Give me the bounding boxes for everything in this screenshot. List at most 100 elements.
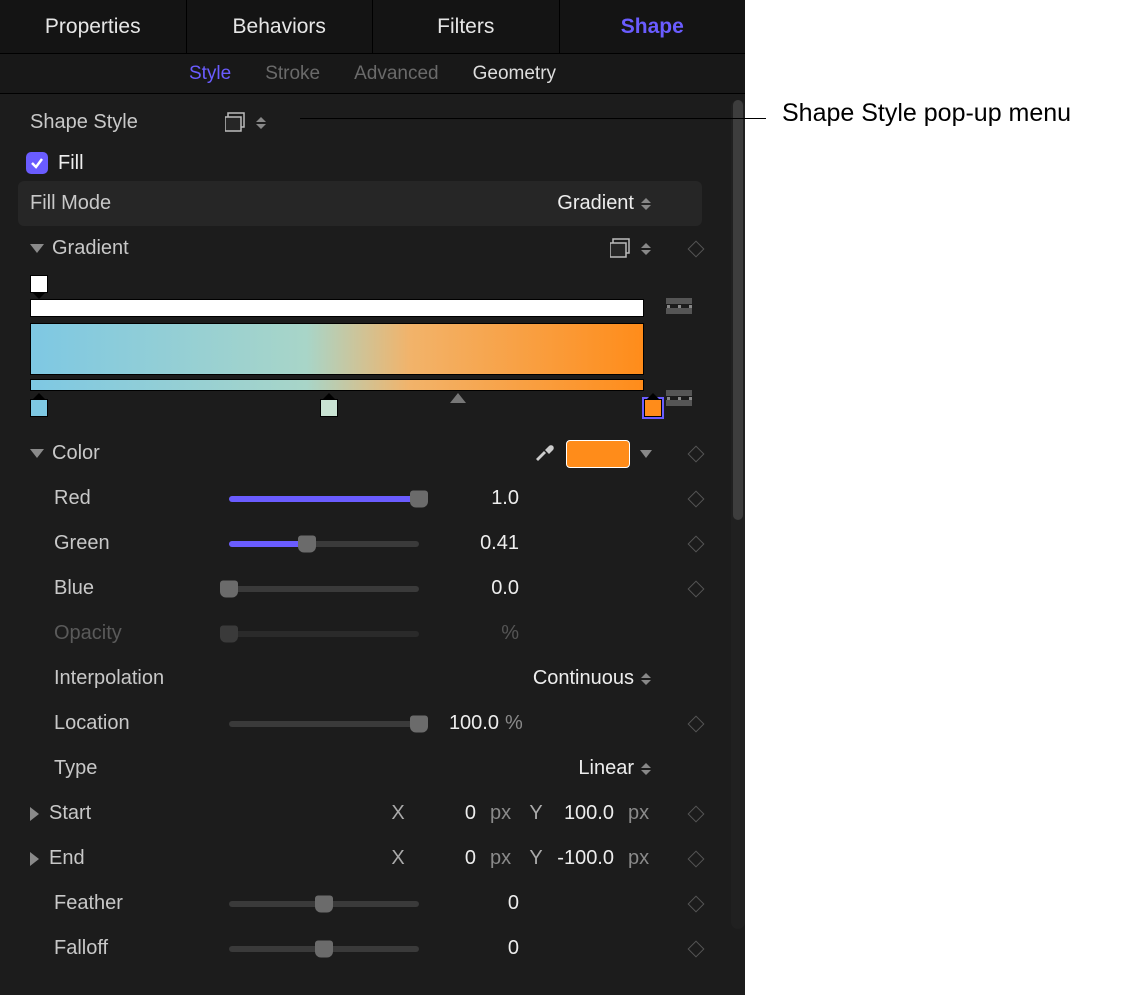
sort-arrows-icon[interactable] — [640, 195, 652, 213]
start-x-value[interactable]: 0 — [416, 802, 476, 825]
slider-thumb[interactable] — [315, 895, 333, 912]
distribute-opacity-icon[interactable] — [660, 293, 698, 321]
end-x-value[interactable]: 0 — [416, 847, 476, 870]
subtab-geometry[interactable]: Geometry — [473, 63, 556, 85]
end-y-value[interactable]: -100.0 — [554, 847, 614, 870]
row-end: End X 0 px Y -100.0 px — [30, 836, 702, 881]
keyframe-icon[interactable] — [688, 940, 705, 957]
opacity-bar[interactable] — [30, 299, 644, 317]
sort-arrows-icon[interactable] — [255, 114, 267, 132]
red-label: Red — [54, 487, 229, 510]
sort-arrows-icon[interactable] — [640, 760, 652, 778]
main-tabs: Properties Behaviors Filters Shape — [0, 0, 745, 54]
location-value[interactable]: 100.0 — [419, 712, 499, 735]
type-value[interactable]: Linear — [554, 757, 634, 780]
sort-arrows-icon[interactable] — [640, 670, 652, 688]
gradient-bar-thin[interactable] — [30, 379, 644, 391]
slider-thumb[interactable] — [410, 715, 428, 732]
row-red: Red 1.0 — [30, 476, 702, 521]
green-value[interactable]: 0.41 — [419, 532, 519, 555]
unit-px: px — [628, 847, 656, 870]
sub-tabs: Style Stroke Advanced Geometry — [0, 54, 745, 94]
eyedropper-icon[interactable] — [532, 439, 556, 469]
interpolation-value[interactable]: Continuous — [533, 667, 634, 690]
disclosure-triangle-icon[interactable] — [30, 449, 44, 458]
keyframe-icon[interactable] — [688, 895, 705, 912]
disclosure-triangle-icon[interactable] — [30, 852, 39, 866]
location-slider[interactable] — [229, 721, 419, 727]
opacity-stop-handle[interactable] — [30, 275, 48, 293]
keyframe-icon[interactable] — [688, 580, 705, 597]
blue-slider[interactable] — [229, 586, 419, 592]
midpoint-handle[interactable] — [450, 393, 466, 403]
color-stop[interactable] — [30, 399, 48, 417]
keyframe-icon[interactable] — [688, 715, 705, 732]
y-label: Y — [526, 802, 546, 825]
row-blue: Blue 0.0 — [30, 566, 702, 611]
row-type: Type Linear — [30, 746, 702, 791]
row-falloff: Falloff 0 — [30, 926, 702, 971]
tab-shape[interactable]: Shape — [560, 0, 746, 53]
y-label: Y — [526, 847, 546, 870]
shape-style-popup[interactable] — [225, 112, 249, 134]
subtab-advanced[interactable]: Advanced — [354, 63, 439, 85]
row-opacity: Opacity % — [30, 611, 702, 656]
start-y-value[interactable]: 100.0 — [554, 802, 614, 825]
blue-value[interactable]: 0.0 — [419, 577, 519, 600]
fill-checkbox[interactable] — [26, 152, 48, 174]
color-well[interactable] — [566, 440, 630, 468]
tab-filters[interactable]: Filters — [373, 0, 560, 53]
x-label: X — [388, 847, 408, 870]
panel-body: Shape Style Fill — [0, 94, 745, 995]
distribute-color-icon[interactable] — [660, 385, 698, 413]
tab-label: Properties — [45, 15, 141, 39]
color-label: Color — [52, 442, 227, 465]
green-slider[interactable] — [229, 541, 419, 547]
gradient-label: Gradient — [52, 237, 227, 260]
feather-value[interactable]: 0 — [419, 892, 519, 915]
gradient-preset-popup[interactable] — [610, 238, 634, 260]
scrollbar[interactable] — [731, 100, 745, 929]
keyframe-icon[interactable] — [688, 535, 705, 552]
fill-section-header: Fill — [12, 145, 702, 181]
slider-thumb[interactable] — [220, 580, 238, 597]
fill-section-label: Fill — [58, 152, 84, 175]
row-gradient-header: Gradient — [30, 226, 702, 271]
keyframe-icon[interactable] — [688, 850, 705, 867]
location-unit: % — [505, 712, 533, 735]
color-stop[interactable] — [320, 399, 338, 417]
row-shape-style: Shape Style — [30, 100, 702, 145]
slider-thumb[interactable] — [315, 940, 333, 957]
keyframe-icon[interactable] — [688, 490, 705, 507]
subtab-stroke[interactable]: Stroke — [265, 63, 320, 85]
row-location: Location 100.0 % — [30, 701, 702, 746]
red-value[interactable]: 1.0 — [419, 487, 519, 510]
fill-mode-label: Fill Mode — [30, 192, 225, 215]
feather-slider[interactable] — [229, 901, 419, 907]
red-slider[interactable] — [229, 496, 419, 502]
blue-label: Blue — [54, 577, 229, 600]
slider-thumb[interactable] — [410, 490, 428, 507]
row-start: Start X 0 px Y 100.0 px — [30, 791, 702, 836]
fill-mode-value[interactable]: Gradient — [554, 192, 634, 215]
slider-thumb[interactable] — [298, 535, 316, 552]
keyframe-icon[interactable] — [688, 805, 705, 822]
keyframe-icon[interactable] — [688, 445, 705, 462]
disclosure-triangle-icon[interactable] — [30, 244, 44, 253]
feather-label: Feather — [54, 892, 229, 915]
subtab-style[interactable]: Style — [189, 63, 231, 85]
tab-properties[interactable]: Properties — [0, 0, 187, 53]
keyframe-icon[interactable] — [688, 240, 705, 257]
falloff-slider[interactable] — [229, 946, 419, 952]
chevron-down-icon[interactable] — [640, 450, 652, 458]
inspector-panel: Properties Behaviors Filters Shape Style… — [0, 0, 745, 995]
type-label: Type — [54, 757, 229, 780]
falloff-value[interactable]: 0 — [419, 937, 519, 960]
scrollbar-thumb[interactable] — [733, 100, 743, 520]
unit-px: px — [628, 802, 656, 825]
gradient-editor[interactable] — [30, 275, 702, 425]
sort-arrows-icon[interactable] — [640, 240, 652, 258]
disclosure-triangle-icon[interactable] — [30, 807, 39, 821]
gradient-bar[interactable] — [30, 323, 644, 375]
tab-behaviors[interactable]: Behaviors — [187, 0, 374, 53]
